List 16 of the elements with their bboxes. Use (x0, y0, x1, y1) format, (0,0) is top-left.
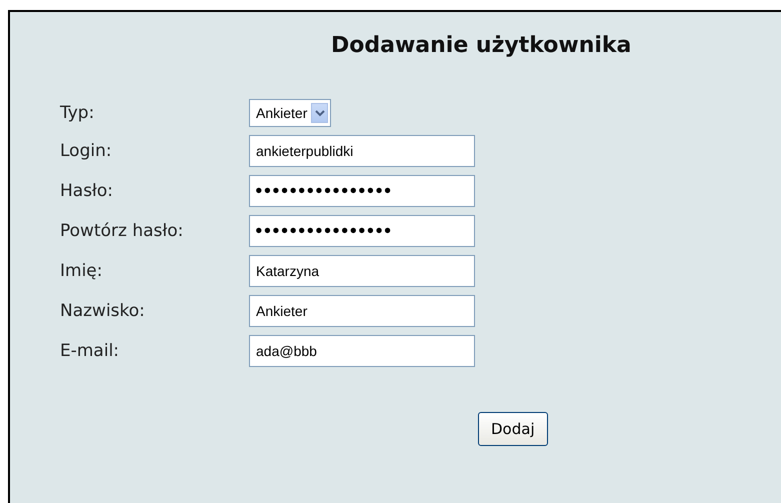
input-field[interactable]: ada@bbb (249, 335, 475, 367)
field-label: Powtórz hasło: (60, 220, 184, 243)
password-field[interactable]: •••••••••••••••• (249, 215, 475, 247)
password-field[interactable]: •••••••••••••••• (249, 175, 475, 207)
form-title: Dodawanie użytkownika (331, 32, 632, 60)
input-field[interactable]: ankieterpublidki (249, 135, 475, 167)
field-label: E-mail: (60, 340, 120, 363)
field-label: Login: (60, 140, 113, 163)
field-label: Typ: (60, 102, 96, 125)
input-field[interactable]: Katarzyna (249, 255, 475, 287)
type-dropdown[interactable]: Ankieter (249, 99, 332, 127)
add-button[interactable]: Dodaj (478, 412, 548, 446)
input-field[interactable]: Ankieter (249, 295, 475, 327)
field-label: Imię: (60, 260, 104, 283)
field-label: Nazwisko: (60, 300, 146, 323)
field-label: Hasło: (60, 180, 114, 203)
